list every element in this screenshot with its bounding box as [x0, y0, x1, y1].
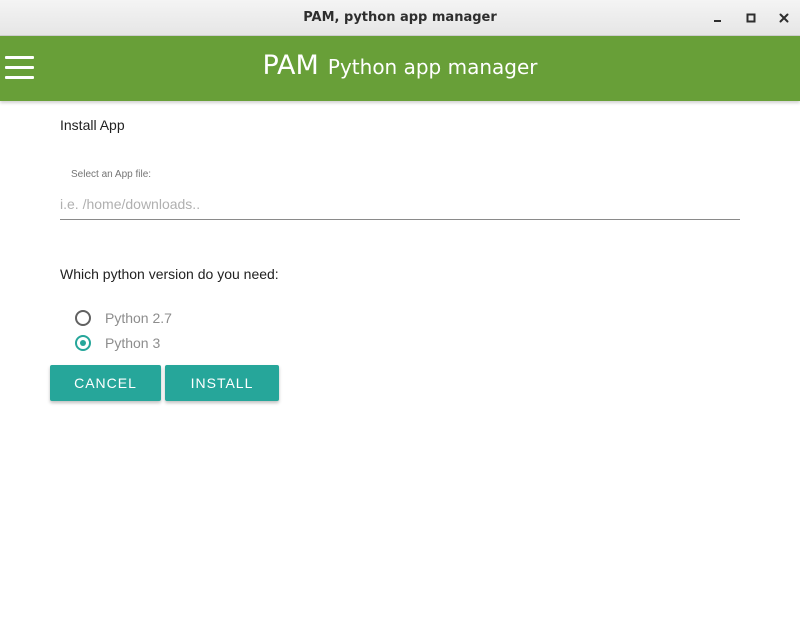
minimize-button[interactable]: [701, 0, 734, 36]
close-icon: [779, 13, 788, 23]
app-title-sub: Python app manager: [327, 55, 538, 79]
radio-button-python-3[interactable]: [75, 335, 91, 351]
close-button[interactable]: [767, 0, 800, 36]
minimize-icon: [713, 20, 721, 22]
radio-option-python-3[interactable]: Python 3: [75, 333, 160, 353]
app-title: PAM Python app manager: [0, 50, 800, 81]
install-button[interactable]: INSTALL: [165, 365, 279, 401]
maximize-icon: [746, 13, 755, 23]
app-window: PAM, python app manager PAM Python app m…: [0, 0, 800, 637]
python-version-question: Which python version do you need:: [60, 266, 279, 282]
section-title: Install App: [60, 117, 125, 133]
app-file-input[interactable]: [60, 188, 740, 220]
app-bar: PAM Python app manager: [0, 36, 800, 101]
window-titlebar[interactable]: PAM, python app manager: [0, 0, 800, 36]
file-field-label: Select an App file:: [71, 169, 152, 180]
radio-label-python-2-7: Python 2.7: [105, 310, 172, 326]
window-controls: [701, 0, 800, 36]
radio-button-python-2-7[interactable]: [75, 310, 91, 326]
cancel-button[interactable]: CANCEL: [50, 365, 161, 401]
maximize-button[interactable]: [734, 0, 767, 36]
radio-option-python-2-7[interactable]: Python 2.7: [75, 308, 172, 328]
app-title-main: PAM: [262, 50, 319, 81]
radio-label-python-3: Python 3: [105, 335, 161, 351]
window-title: PAM, python app manager: [303, 10, 497, 25]
